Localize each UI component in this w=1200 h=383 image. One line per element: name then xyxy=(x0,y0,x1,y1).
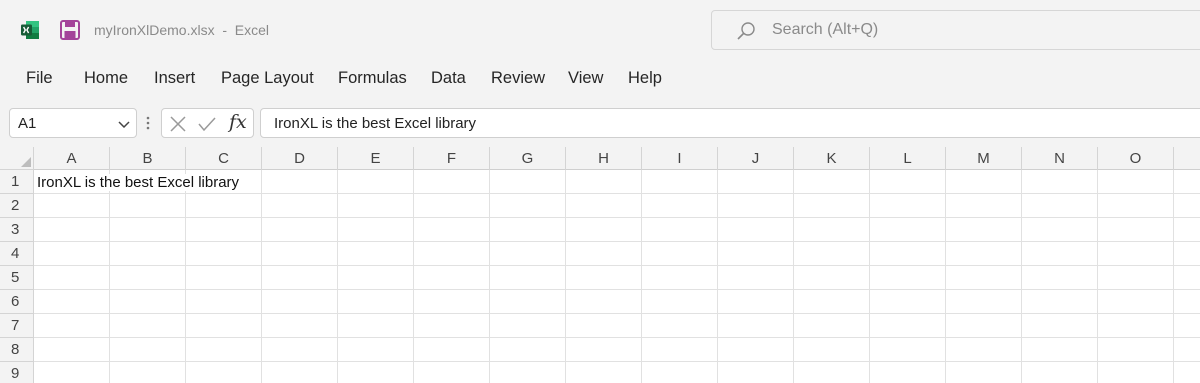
column-header-f[interactable]: F xyxy=(414,147,490,170)
column-header-a[interactable]: A xyxy=(34,147,110,170)
grid-column-line xyxy=(1097,170,1098,383)
title-bar: myIronXlDemo.xlsx - Excel Search (Alt+Q) xyxy=(0,0,1200,60)
cancel-icon[interactable] xyxy=(169,115,187,133)
formula-input[interactable]: IronXL is the best Excel library xyxy=(260,108,1200,138)
column-header-g[interactable]: G xyxy=(490,147,566,170)
row-header-9[interactable]: 9 xyxy=(0,362,33,383)
grid-row-line xyxy=(34,193,1200,194)
menu-review[interactable]: Review xyxy=(491,69,545,88)
cell-a1[interactable]: IronXL is the best Excel library xyxy=(34,170,242,194)
select-all-triangle-icon xyxy=(21,157,31,167)
document-title: myIronXlDemo.xlsx - Excel xyxy=(94,22,270,38)
spreadsheet-grid[interactable]: ABCDEFGHIJKLMNO 123456789 IronXL is the … xyxy=(0,147,1200,383)
grid-row-line xyxy=(34,313,1200,314)
check-icon[interactable] xyxy=(197,115,217,133)
select-all-button[interactable] xyxy=(0,147,34,170)
row-header-4[interactable]: 4 xyxy=(0,242,33,266)
grid-column-line xyxy=(945,170,946,383)
column-header-e[interactable]: E xyxy=(338,147,414,170)
cell-a1-value: IronXL is the best Excel library xyxy=(37,174,242,191)
grid-column-line xyxy=(109,170,110,383)
grid-row-line xyxy=(34,217,1200,218)
grid-column-line xyxy=(413,170,414,383)
grid-column-line xyxy=(565,170,566,383)
more-options-icon[interactable] xyxy=(145,115,151,131)
menu-home[interactable]: Home xyxy=(84,69,128,88)
grid-column-line xyxy=(185,170,186,383)
row-header-5[interactable]: 5 xyxy=(0,266,33,290)
row-header-7[interactable]: 7 xyxy=(0,314,33,338)
menu-page-layout[interactable]: Page Layout xyxy=(221,69,314,88)
search-box[interactable]: Search (Alt+Q) xyxy=(711,10,1200,50)
menu-formulas[interactable]: Formulas xyxy=(338,69,407,88)
row-header-8[interactable]: 8 xyxy=(0,338,33,362)
menu-help[interactable]: Help xyxy=(628,69,662,88)
grid-column-line xyxy=(1173,170,1174,383)
search-icon xyxy=(737,22,755,40)
name-box[interactable]: A1 xyxy=(9,108,137,138)
grid-column-line xyxy=(793,170,794,383)
row-header-6[interactable]: 6 xyxy=(0,290,33,314)
grid-row-line xyxy=(34,361,1200,362)
grid-column-line xyxy=(1021,170,1022,383)
insert-function-button[interactable]: fx xyxy=(229,111,247,133)
menu-view[interactable]: View xyxy=(568,69,603,88)
grid-row-line xyxy=(34,265,1200,266)
grid-row-line xyxy=(34,337,1200,338)
column-header-b[interactable]: B xyxy=(110,147,186,170)
cell-area[interactable]: IronXL is the best Excel library xyxy=(34,170,1200,383)
column-header-k[interactable]: K xyxy=(794,147,870,170)
row-header-2[interactable]: 2 xyxy=(0,194,33,218)
menu-file[interactable]: File xyxy=(26,69,53,88)
grid-column-line xyxy=(641,170,642,383)
grid-column-line xyxy=(717,170,718,383)
row-header-3[interactable]: 3 xyxy=(0,218,33,242)
column-header-i[interactable]: I xyxy=(642,147,718,170)
column-header-d[interactable]: D xyxy=(262,147,338,170)
formula-buttons: fx xyxy=(161,108,254,138)
menu-bar: File Home Insert Page Layout Formulas Da… xyxy=(0,62,1200,98)
search-placeholder: Search (Alt+Q) xyxy=(772,21,879,38)
grid-column-line xyxy=(261,170,262,383)
grid-column-line xyxy=(337,170,338,383)
formula-content: IronXL is the best Excel library xyxy=(274,115,477,132)
grid-column-line xyxy=(869,170,870,383)
save-icon[interactable] xyxy=(59,19,81,41)
chevron-down-icon[interactable] xyxy=(117,117,131,131)
column-header-h[interactable]: H xyxy=(566,147,642,170)
menu-insert[interactable]: Insert xyxy=(154,69,195,88)
column-header-m[interactable]: M xyxy=(946,147,1022,170)
column-header-n[interactable]: N xyxy=(1022,147,1098,170)
menu-data[interactable]: Data xyxy=(431,69,466,88)
column-headers: ABCDEFGHIJKLMNO xyxy=(34,147,1200,170)
grid-row-line xyxy=(34,241,1200,242)
row-header-1[interactable]: 1 xyxy=(0,170,33,194)
column-header-c[interactable]: C xyxy=(186,147,262,170)
grid-row-line xyxy=(34,289,1200,290)
name-box-value: A1 xyxy=(18,115,37,132)
column-header-o[interactable]: O xyxy=(1098,147,1174,170)
row-headers: 123456789 xyxy=(0,170,34,383)
column-header-j[interactable]: J xyxy=(718,147,794,170)
excel-app-icon[interactable] xyxy=(20,20,40,40)
column-header-l[interactable]: L xyxy=(870,147,946,170)
grid-column-line xyxy=(489,170,490,383)
